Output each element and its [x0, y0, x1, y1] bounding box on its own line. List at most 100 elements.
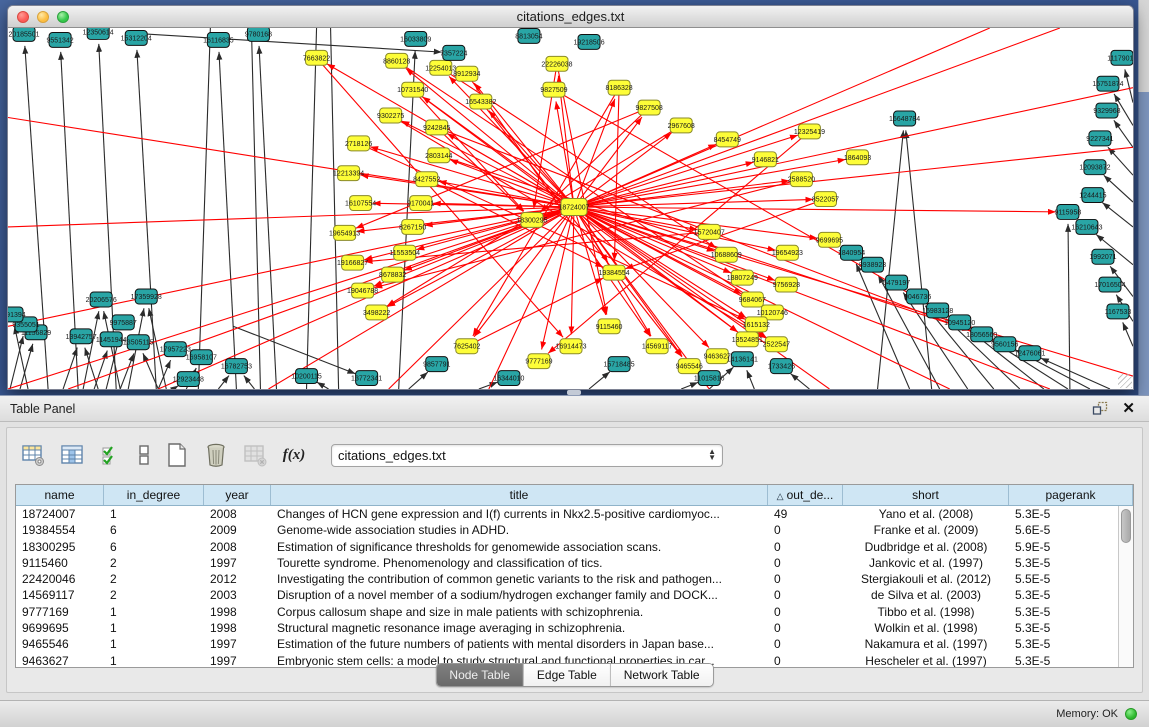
graph-node[interactable]: 10945120	[944, 315, 975, 330]
delete-attribute-icon[interactable]	[202, 441, 230, 469]
table-row[interactable]: 977716911998Corpus callosum shape and si…	[16, 604, 1118, 620]
graph-node[interactable]: 17016504	[1094, 277, 1125, 292]
graph-node[interactable]: 9242845	[423, 120, 450, 135]
graph-node[interactable]: 12325419	[794, 124, 825, 139]
graph-node[interactable]: 9827508	[636, 100, 663, 115]
graph-node[interactable]: 9975887	[110, 315, 137, 330]
graph-node[interactable]: 9756928	[773, 277, 800, 292]
graph-node[interactable]: 9227341	[1086, 131, 1113, 146]
graph-node[interactable]: 2803144	[425, 148, 452, 163]
graph-node[interactable]: 16344010	[493, 371, 524, 386]
graph-node[interactable]: 15718485	[604, 357, 635, 372]
graph-node[interactable]: 9391394	[8, 307, 26, 322]
graph-node[interactable]: 16543382	[465, 94, 496, 109]
memory-ok-icon[interactable]	[1125, 708, 1137, 720]
graph-node[interactable]: 19166827	[337, 255, 368, 270]
graph-node[interactable]: 16210643	[1071, 219, 1102, 234]
graph-node[interactable]: 22226038	[541, 56, 572, 71]
graph-node[interactable]: 1733426	[768, 359, 795, 374]
graph-node[interactable]: 9857791	[423, 357, 450, 372]
graph-node[interactable]: 10200115	[291, 369, 322, 384]
tab-edge-table[interactable]: Edge Table	[523, 664, 610, 686]
column-header-title[interactable]: title	[271, 485, 768, 505]
graph-node[interactable]: 16648784	[889, 111, 920, 126]
graph-node[interactable]: 10731540	[397, 82, 428, 97]
graph-node[interactable]: 8813054	[515, 28, 542, 43]
tab-node-table[interactable]: Node Table	[436, 664, 523, 686]
graph-node[interactable]: 12476061	[1014, 346, 1045, 361]
graph-node[interactable]: 12213394	[333, 166, 364, 181]
function-builder-icon[interactable]: f(x)	[280, 441, 308, 469]
graph-node[interactable]: 1992071	[1089, 249, 1116, 264]
graph-node[interactable]: 1615132	[743, 317, 770, 332]
graph-node[interactable]: 16983128	[922, 303, 953, 318]
column-header-out-de-[interactable]: △out_de...	[768, 485, 843, 505]
graph-node[interactable]: 7357224	[440, 45, 467, 60]
table-row[interactable]: 946554611997Estimation of the future num…	[16, 636, 1118, 652]
minimize-window-icon[interactable]	[37, 11, 49, 23]
graph-node[interactable]: 11179011	[1107, 50, 1133, 65]
graph-node[interactable]: 16116835	[203, 32, 234, 47]
tab-network-table[interactable]: Network Table	[610, 664, 713, 686]
graph-node[interactable]: 13772341	[351, 371, 382, 386]
close-panel-icon[interactable]: ✕	[1122, 401, 1135, 416]
graph-node[interactable]: 2522547	[763, 337, 790, 352]
graph-node[interactable]: 19218506	[573, 34, 604, 49]
graph-node[interactable]: 15720407	[694, 224, 725, 239]
graph-node[interactable]: 1167533	[1105, 304, 1132, 319]
graph-node[interactable]: 19654923	[772, 245, 803, 260]
graph-node[interactable]: 19654913	[329, 225, 360, 240]
graph-node[interactable]: 8860128	[383, 53, 410, 68]
graph-node[interactable]: 8186328	[605, 80, 632, 95]
graph-node[interactable]: 11015816	[694, 371, 725, 386]
graph-node[interactable]: 20185501	[8, 28, 39, 41]
graph-node[interactable]: 9046736	[904, 289, 931, 304]
column-header-year[interactable]: year	[204, 485, 271, 505]
table-row[interactable]: 911546021997Tourette syndrome. Phenomeno…	[16, 555, 1118, 571]
window-resize-grip[interactable]	[1118, 374, 1132, 388]
table-vertical-scrollbar[interactable]	[1118, 506, 1133, 667]
delete-table-icon[interactable]	[241, 441, 269, 469]
graph-node[interactable]: 13942757	[66, 329, 97, 344]
graph-node[interactable]: 12350614	[83, 28, 114, 39]
graph-node[interactable]: 8912934	[453, 66, 480, 81]
attribute-settings-icon[interactable]	[19, 441, 47, 469]
column-header-pagerank[interactable]: pagerank	[1009, 485, 1133, 505]
table-row[interactable]: 2242004622012Investigating the contribut…	[16, 571, 1118, 587]
new-attribute-icon[interactable]	[163, 441, 191, 469]
column-select-icon[interactable]	[97, 441, 125, 469]
graph-node[interactable]: 9551342	[46, 32, 73, 47]
graph-node[interactable]: 9780168	[245, 28, 272, 41]
graph-node[interactable]: 11553504	[389, 245, 420, 260]
graph-node[interactable]: 18056560	[966, 327, 997, 342]
graph-node[interactable]: 19046788	[347, 283, 378, 298]
graph-node[interactable]: 18300295	[516, 212, 547, 227]
graph-node[interactable]: 2967608	[668, 118, 695, 133]
graph-node[interactable]: 9115958	[1055, 205, 1082, 220]
graph-node[interactable]: 8938923	[859, 257, 886, 272]
float-panel-icon[interactable]	[1092, 401, 1108, 416]
graph-node[interactable]: 9115460	[596, 319, 623, 334]
table-row[interactable]: 1456911722003Disruption of a novel membe…	[16, 587, 1118, 603]
graph-node[interactable]: 8678832	[379, 267, 406, 282]
graph-node[interactable]: 12093872	[1079, 160, 1110, 175]
graph-node[interactable]: 9699695	[816, 232, 843, 247]
graph-node[interactable]: 16033809	[400, 31, 431, 46]
graph-node[interactable]: 19384554	[599, 265, 630, 280]
graph-node[interactable]: 9827509	[540, 82, 567, 97]
table-row[interactable]: 1938455462009Genome-wide association stu…	[16, 522, 1118, 538]
graph-node[interactable]: 8522057	[812, 192, 839, 207]
network-window-titlebar[interactable]: citations_edges.txt	[8, 6, 1133, 28]
graph-node[interactable]: 18724007	[558, 199, 589, 216]
graph-node[interactable]: 17359928	[131, 289, 162, 304]
graph-node[interactable]: 1864093	[844, 150, 871, 165]
graph-node[interactable]: 9777169	[525, 354, 552, 369]
table-row[interactable]: 1872400712008Changes of HCN gene express…	[16, 506, 1118, 522]
graph-node[interactable]: 12254013	[425, 60, 456, 75]
network-canvas[interactable]: 1872400712254013107315409302275271812612…	[8, 28, 1133, 389]
column-header-name[interactable]: name	[16, 485, 104, 505]
graph-node[interactable]: 7625402	[453, 339, 480, 354]
graph-node[interactable]: 12923448	[173, 372, 204, 387]
row-height-icon[interactable]	[136, 441, 152, 469]
graph-node[interactable]: 9146821	[752, 152, 779, 167]
